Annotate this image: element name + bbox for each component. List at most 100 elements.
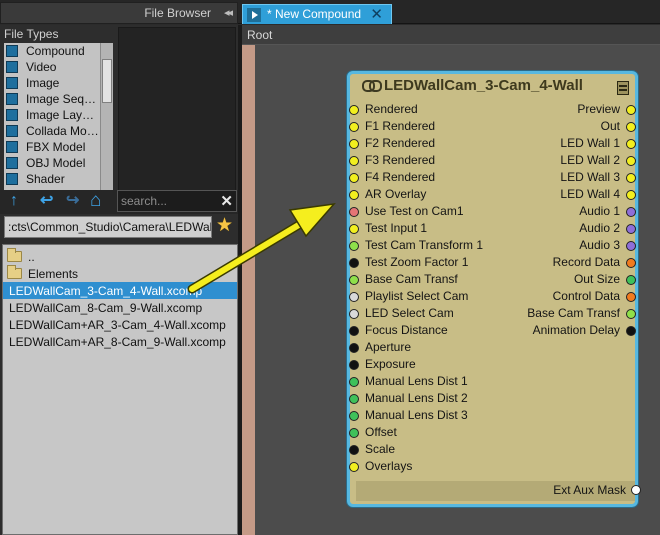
tab-new-compound[interactable]: * New Compound ✕ [242,4,392,24]
file-type-item[interactable]: Compound [4,43,113,59]
port-connector-icon[interactable] [626,156,636,166]
input-port[interactable]: Manual Lens Dist 1 [349,373,500,390]
port-connector-icon[interactable] [349,377,359,387]
path-field[interactable]: :cts\Common_Studio\Camera\LEDWallCam [4,216,212,238]
port-connector-icon[interactable] [349,309,359,319]
up-arrow-icon[interactable]: ↑ [10,193,18,209]
port-connector-icon[interactable] [349,343,359,353]
port-connector-icon[interactable] [631,485,641,495]
port-connector-icon[interactable] [349,224,359,234]
input-port[interactable]: LED Select Cam [349,305,500,322]
input-port[interactable]: Scale [349,441,500,458]
output-port[interactable]: LED Wall 3 [495,169,636,186]
node-menu-icon[interactable] [617,81,629,95]
port-connector-icon[interactable] [349,360,359,370]
input-port[interactable]: Use Test on Cam1 [349,203,500,220]
output-port[interactable]: Out Size [495,271,636,288]
input-port[interactable]: F2 Rendered [349,135,500,152]
port-connector-icon[interactable] [349,428,359,438]
input-port[interactable]: F1 Rendered [349,118,500,135]
input-port[interactable]: Rendered [349,101,500,118]
port-connector-icon[interactable] [626,241,636,251]
file-type-item[interactable]: Shader [4,171,113,187]
breadcrumb-root[interactable]: Root [247,28,272,42]
port-connector-icon[interactable] [349,105,359,115]
port-connector-icon[interactable] [349,207,359,217]
back-arrow-icon[interactable]: ↩ [40,193,53,209]
input-port[interactable]: Exposure [349,356,500,373]
port-connector-icon[interactable] [349,326,359,336]
output-port[interactable]: Preview [495,101,636,118]
port-connector-icon[interactable] [349,173,359,183]
file-type-item[interactable]: Image Seq… [4,91,113,107]
favorite-star-icon[interactable]: ★ [216,216,233,236]
input-port[interactable]: F4 Rendered [349,169,500,186]
node-header[interactable]: LEDWallCam_3-Cam_4-Wall [350,74,635,101]
input-port[interactable]: Manual Lens Dist 3 [349,407,500,424]
output-port[interactable]: Out [495,118,636,135]
file-types-scrollbar[interactable] [100,43,113,209]
collapse-panel-icon[interactable]: ◂◂ [224,6,233,19]
input-port[interactable]: Overlays [349,458,500,475]
forward-arrow-icon[interactable]: ↪ [66,193,79,209]
file-browser-tab[interactable]: File Browser ◂◂ [0,2,238,24]
list-item-folder-up[interactable]: .. [3,248,237,265]
port-connector-icon[interactable] [349,122,359,132]
port-connector-icon[interactable] [349,156,359,166]
output-port[interactable]: LED Wall 1 [495,135,636,152]
close-tab-icon[interactable]: ✕ [370,5,383,23]
port-connector-icon[interactable] [349,462,359,472]
port-connector-icon[interactable] [626,207,636,217]
port-connector-icon[interactable] [349,394,359,404]
input-port[interactable]: Offset [349,424,500,441]
input-port[interactable]: Focus Distance [349,322,500,339]
list-item-file[interactable]: LEDWallCam+AR_8-Cam_9-Wall.xcomp [3,333,237,350]
port-connector-icon[interactable] [626,122,636,132]
port-connector-icon[interactable] [349,275,359,285]
input-port[interactable]: Base Cam Transf [349,271,500,288]
port-connector-icon[interactable] [626,139,636,149]
port-connector-icon[interactable] [349,258,359,268]
port-connector-icon[interactable] [626,326,636,336]
port-connector-icon[interactable] [349,190,359,200]
output-port[interactable]: Record Data [495,254,636,271]
input-port[interactable]: Manual Lens Dist 2 [349,390,500,407]
input-port[interactable]: AR Overlay [349,186,500,203]
input-port[interactable]: Aperture [349,339,500,356]
file-type-item[interactable]: FBX Model [4,139,113,155]
port-connector-icon[interactable] [626,258,636,268]
output-port[interactable]: LED Wall 2 [495,152,636,169]
compound-node[interactable]: LEDWallCam_3-Cam_4-Wall Rendered F1 Rende… [347,71,641,507]
port-connector-icon[interactable] [626,224,636,234]
file-type-item[interactable]: OBJ Model [4,155,113,171]
output-port[interactable]: Control Data [495,288,636,305]
port-connector-icon[interactable] [626,105,636,115]
file-type-item[interactable]: Image [4,75,113,91]
port-connector-icon[interactable] [626,292,636,302]
output-port[interactable]: Audio 2 [495,220,636,237]
clear-search-icon[interactable]: ✕ [220,192,233,210]
output-port[interactable]: Base Cam Transf [495,305,636,322]
file-type-item[interactable]: Collada Mo… [4,123,113,139]
port-connector-icon[interactable] [626,275,636,285]
port-connector-icon[interactable] [349,241,359,251]
file-type-item[interactable]: Video [4,59,113,75]
output-port[interactable]: Audio 1 [495,203,636,220]
port-connector-icon[interactable] [349,411,359,421]
port-connector-icon[interactable] [349,139,359,149]
output-port[interactable]: Animation Delay [495,322,636,339]
list-item-file[interactable]: LEDWallCam+AR_3-Cam_4-Wall.xcomp [3,316,237,333]
output-port[interactable]: Audio 3 [495,237,636,254]
port-connector-icon[interactable] [349,445,359,455]
port-connector-icon[interactable] [626,190,636,200]
input-port[interactable]: Playlist Select Cam [349,288,500,305]
search-input[interactable] [121,193,217,209]
output-port[interactable]: Ext Aux Mask [495,482,641,499]
file-type-item[interactable]: Image Lay… [4,107,113,123]
home-icon[interactable]: ⌂ [90,191,101,210]
scrollbar-thumb[interactable] [102,59,112,103]
input-port[interactable]: Test Input 1 [349,220,500,237]
port-connector-icon[interactable] [626,173,636,183]
input-port[interactable]: Test Cam Transform 1 [349,237,500,254]
play-arrow-icon[interactable] [247,8,261,22]
